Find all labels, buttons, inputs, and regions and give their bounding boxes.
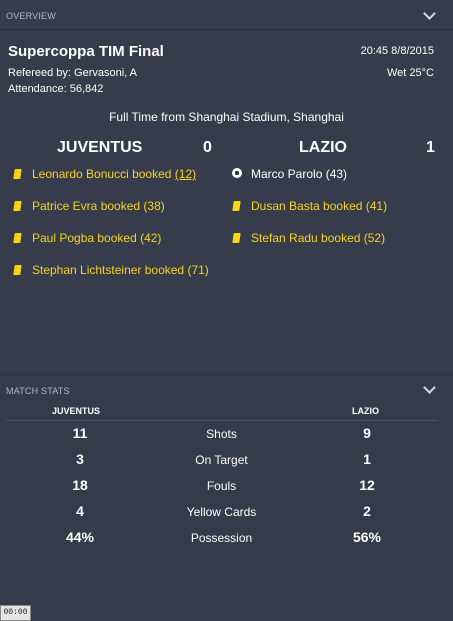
stat-home-value: 4: [76, 503, 84, 519]
home-team-name[interactable]: JUVENTUS: [57, 139, 142, 157]
overview-panel: OVERVIEW Supercoppa TIM Final Refereed b…: [0, 0, 453, 372]
away-score: 1: [426, 139, 435, 156]
stat-away-value: 1: [363, 451, 371, 467]
referee-text: Refereed by: Gervasoni, A: [8, 67, 138, 79]
home-event-3-text[interactable]: Paul Pogba booked (42): [32, 231, 161, 245]
away-event-3: Stefan Radu booked (52): [232, 231, 385, 245]
home-event-3: Paul Pogba booked (42): [13, 231, 161, 245]
home-event-1-minute[interactable]: (12): [175, 167, 196, 181]
away-event-2: Dusan Basta booked (41): [232, 199, 387, 213]
yellow-card-icon: [232, 201, 241, 211]
weather-text: Wet 25°C: [387, 67, 434, 79]
stat-row-possession: 44% Possession 56%: [0, 529, 453, 555]
result-line: Full Time from Shanghai Stadium, Shangha…: [109, 110, 344, 124]
stat-row-fouls: 18 Fouls 12: [0, 477, 453, 503]
away-event-3-text[interactable]: Stefan Radu booked (52): [251, 231, 385, 245]
match-stats-collapse-chevron-icon[interactable]: [423, 381, 436, 394]
home-event-2: Patrice Evra booked (38): [13, 199, 165, 213]
goal-ball-icon: [232, 168, 242, 178]
home-event-1-text[interactable]: Leonardo Bonucci booked: [32, 167, 171, 181]
away-event-2-text[interactable]: Dusan Basta booked (41): [251, 199, 387, 213]
match-datetime: 20:45 8/8/2015: [360, 45, 434, 57]
overview-header: OVERVIEW: [6, 11, 56, 21]
stat-away-value: 56%: [352, 529, 382, 545]
stat-home-value: 44%: [65, 529, 95, 545]
stat-label: Fouls: [206, 479, 237, 493]
home-score: 0: [203, 139, 212, 156]
home-event-1: Leonardo Bonucci booked (12): [13, 167, 196, 181]
home-event-4-text[interactable]: Stephan Lichtsteiner booked (71): [32, 263, 209, 277]
stat-label: Shots: [206, 427, 237, 441]
match-stats-panel: MATCH STATS JUVENTUS LAZIO 11 Shots 9 3 …: [0, 376, 453, 621]
stat-label: On Target: [195, 453, 248, 467]
stat-row-yellow-cards: 4 Yellow Cards 2: [0, 503, 453, 529]
yellow-card-icon: [13, 201, 22, 211]
stat-label: Possession: [190, 531, 253, 545]
stat-row-on-target: 3 On Target 1: [0, 451, 453, 477]
stat-home-value: 11: [72, 425, 88, 441]
overview-collapse-chevron-icon[interactable]: [423, 7, 436, 20]
stat-label: Yellow Cards: [186, 505, 257, 519]
yellow-card-icon: [232, 233, 241, 243]
yellow-card-icon: [13, 169, 22, 179]
stat-away-value: 12: [359, 477, 375, 493]
yellow-card-icon: [13, 233, 22, 243]
home-event-4: Stephan Lichtsteiner booked (71): [13, 263, 209, 277]
stat-away-value: 9: [363, 425, 371, 441]
stats-away-team: LAZIO: [352, 406, 379, 416]
stat-home-value: 18: [72, 477, 88, 493]
away-event-1-text[interactable]: Marco Parolo (43): [251, 167, 347, 181]
competition-title: Supercoppa TIM Final: [8, 43, 164, 60]
attendance-text: Attendance: 56,842: [8, 83, 104, 95]
stat-away-value: 2: [363, 503, 371, 519]
yellow-card-icon: [13, 265, 22, 275]
stats-home-team: JUVENTUS: [52, 406, 101, 416]
away-event-1: Marco Parolo (43): [232, 167, 347, 181]
home-event-2-text[interactable]: Patrice Evra booked (38): [32, 199, 165, 213]
clock-badge: 00:00: [0, 605, 31, 621]
stat-row-shots: 11 Shots 9: [0, 425, 453, 451]
match-stats-header: MATCH STATS: [6, 386, 70, 396]
stat-home-value: 3: [76, 451, 84, 467]
overview-header-divider: [0, 29, 453, 30]
away-team-name[interactable]: LAZIO: [299, 139, 347, 157]
stats-divider: [6, 420, 437, 421]
